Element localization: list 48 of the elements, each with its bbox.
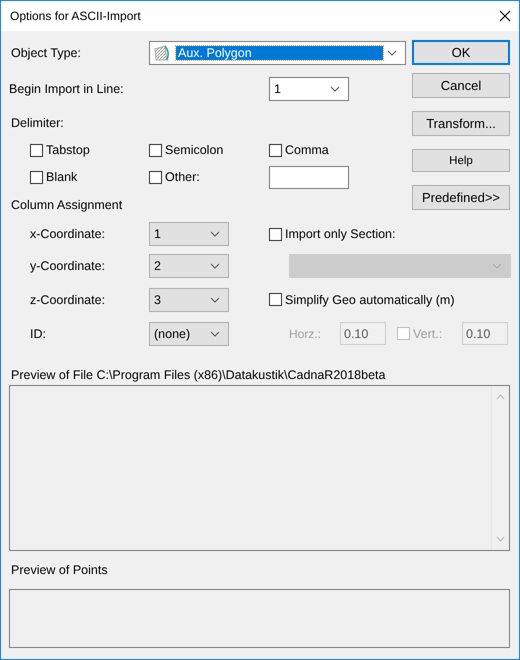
dialog-button[interactable]: Cancel bbox=[412, 73, 510, 98]
column-combo[interactable]: 3 bbox=[149, 288, 229, 312]
field-label: z-Coordinate: bbox=[29, 292, 106, 306]
dialog-button[interactable]: Predefined>> bbox=[412, 185, 510, 210]
column-combo[interactable]: 2 bbox=[149, 254, 229, 278]
combo-value: Aux. Polygon bbox=[176, 46, 383, 60]
combo-value: 3 bbox=[154, 292, 162, 306]
delimiter-checkbox[interactable]: Tabstop bbox=[9, 143, 90, 157]
import-section-checkbox[interactable]: Import only Section: bbox=[269, 227, 396, 241]
scroll-up-icon[interactable] bbox=[496, 394, 505, 400]
combo-value: 2 bbox=[154, 259, 162, 273]
column-combo[interactable]: 1 bbox=[149, 222, 229, 246]
delimiter-checkbox[interactable]: Comma bbox=[269, 143, 329, 157]
section-label: Column Assignment bbox=[10, 198, 124, 212]
chevron-icon bbox=[492, 263, 502, 269]
line-combo[interactable]: 1 bbox=[269, 77, 349, 101]
field-label: y-Coordinate: bbox=[29, 259, 106, 273]
section-label: Delimiter: bbox=[10, 116, 65, 130]
dialog-button[interactable]: OK bbox=[412, 40, 510, 65]
delimiter-checkbox[interactable]: Semicolon bbox=[149, 143, 224, 157]
column-combo[interactable]: (none) bbox=[149, 322, 229, 346]
chevron-icon bbox=[210, 330, 220, 336]
window-title: Options for ASCII-Import bbox=[10, 9, 141, 23]
chevron-icon bbox=[387, 50, 397, 56]
other-delimiter-field[interactable] bbox=[269, 166, 349, 188]
field-label: Begin Import in Line: bbox=[9, 82, 125, 96]
chevron-icon bbox=[210, 296, 220, 302]
field-label: Horz.: bbox=[289, 326, 322, 340]
chevron-icon bbox=[330, 86, 340, 92]
delimiter-checkbox[interactable]: Blank bbox=[9, 170, 78, 184]
combo-value: (none) bbox=[154, 326, 192, 340]
field-label: x-Coordinate: bbox=[29, 227, 106, 241]
scroll-down-icon[interactable] bbox=[496, 536, 505, 542]
combo-value: 1 bbox=[154, 227, 162, 241]
dialog-button[interactable]: Transform... bbox=[412, 111, 510, 136]
chevron-icon bbox=[210, 231, 220, 237]
chevron-icon bbox=[210, 263, 220, 269]
close-icon[interactable] bbox=[499, 10, 511, 22]
field-label: ID: bbox=[29, 326, 47, 340]
hatched-polygon-icon bbox=[154, 44, 172, 61]
field-label: Object Type: bbox=[10, 46, 82, 60]
object-type-combo[interactable]: Aux. Polygon bbox=[149, 40, 406, 64]
combo-value: 1 bbox=[274, 82, 282, 96]
delimiter-checkbox[interactable]: Other: bbox=[149, 170, 200, 184]
simplify-checkbox[interactable]: Simplify Geo automatically (m) bbox=[269, 292, 454, 306]
section-label: Preview of File C:\Program Files (x86)\Datakustik\CadnaR2018beta bbox=[10, 368, 386, 384]
dialog-button[interactable]: Help bbox=[412, 149, 510, 172]
section-label: Preview of Points bbox=[10, 563, 109, 577]
